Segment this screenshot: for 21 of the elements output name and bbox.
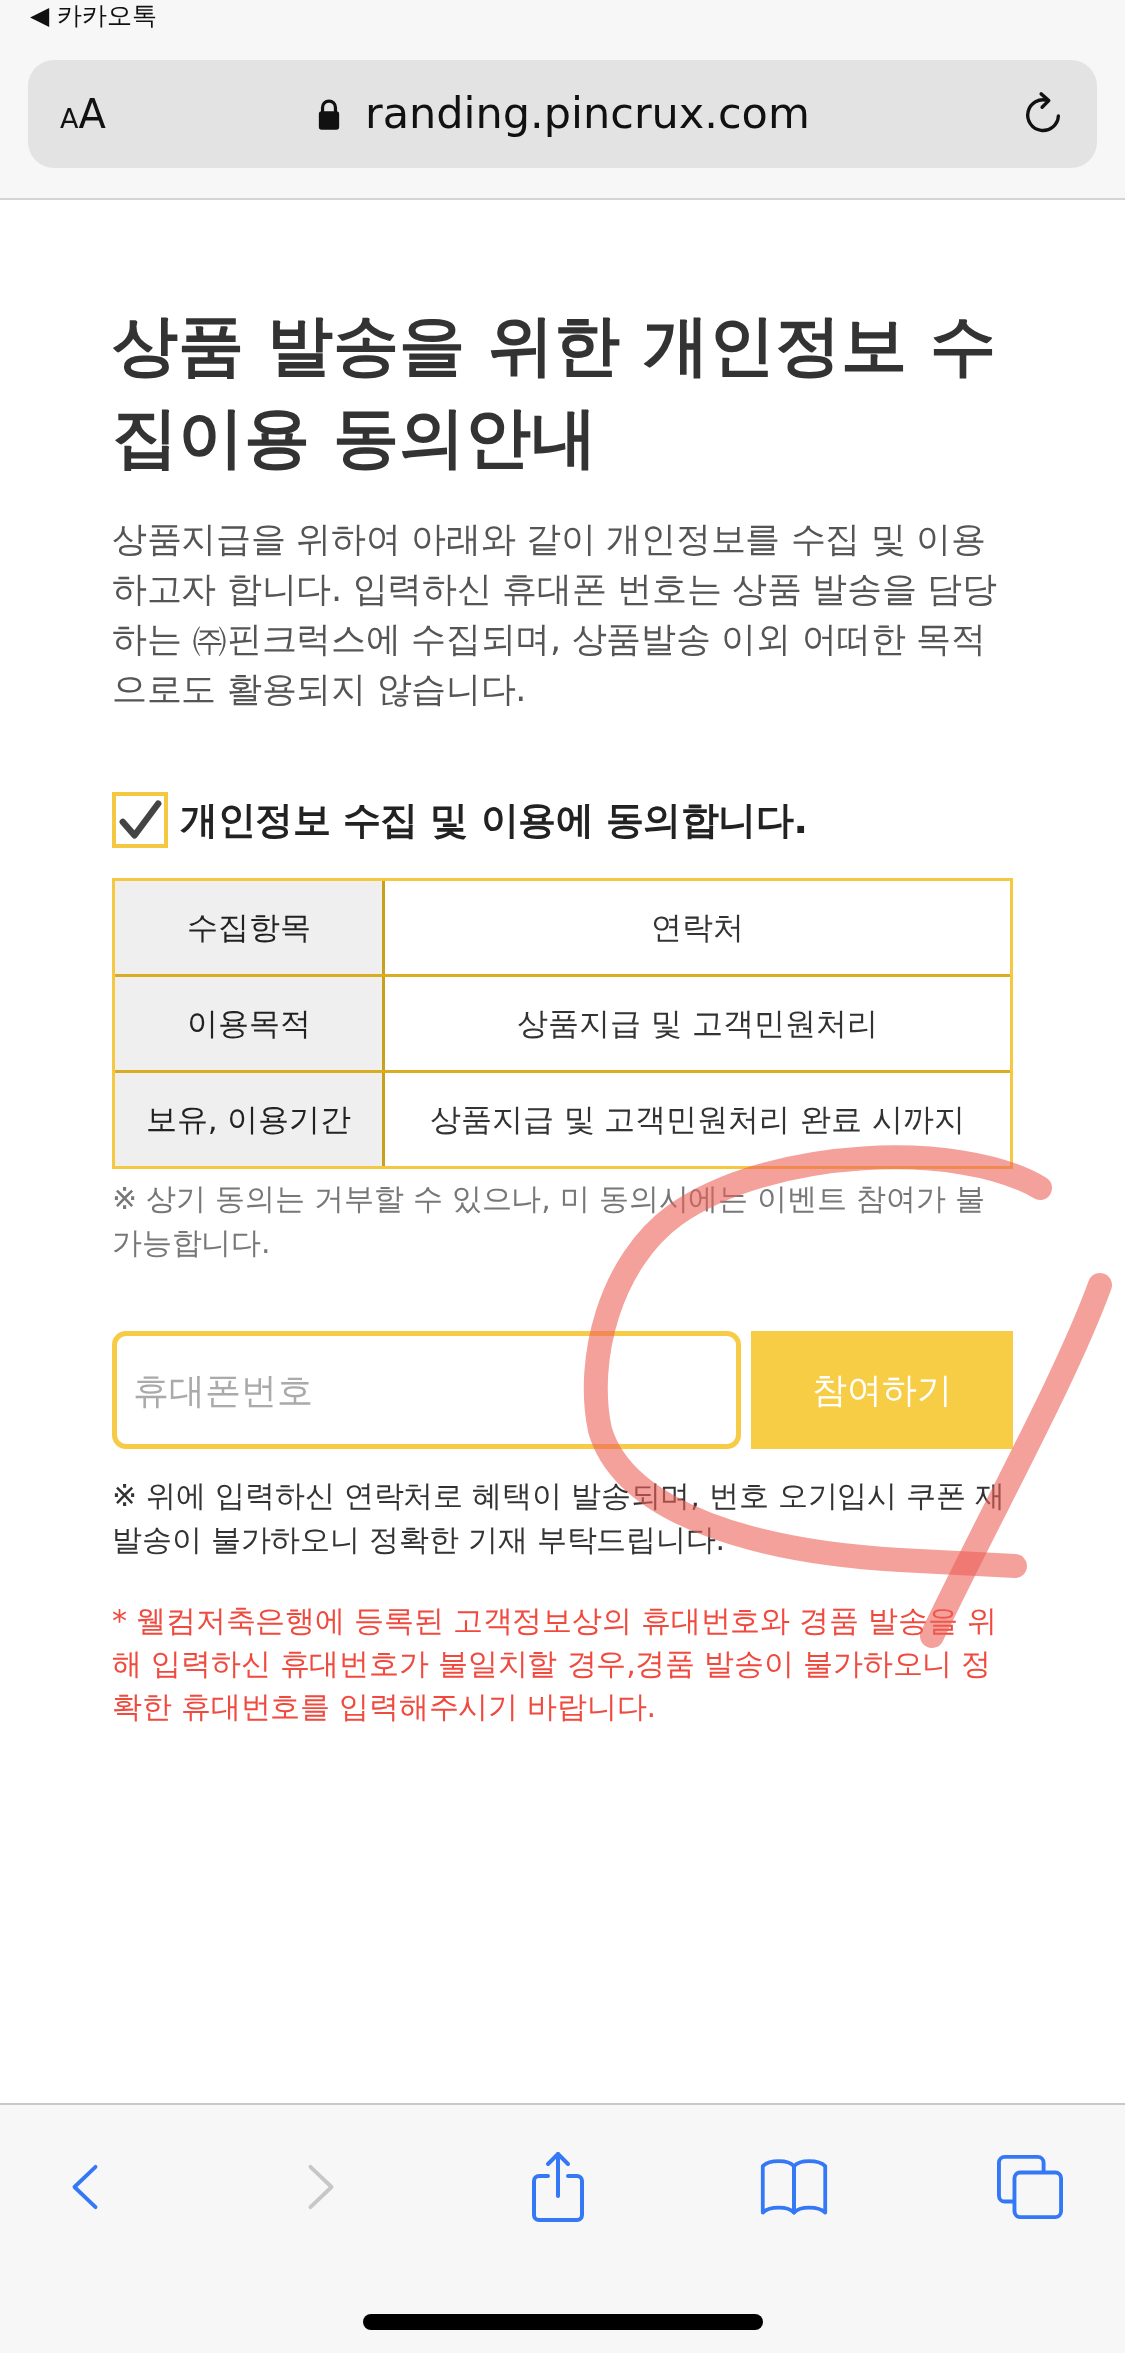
text-size-button[interactable]: AA bbox=[60, 94, 106, 134]
back-to-app-link[interactable]: ◀ 카카오톡 bbox=[30, 0, 158, 32]
share-icon[interactable] bbox=[529, 2150, 586, 2224]
notice-text: ※ 위에 입력하신 연락처로 혜택이 발송되며, 번호 오기입시 쿠폰 재발송이 불가하오니 정확한 기재 부탁드립니다. bbox=[112, 1477, 1007, 1559]
warning-text: * 웰컴저축은행에 등록된 고객정보상의 휴대번호와 경품 발송을 위해 입력하신 휴대번호가 불일치할 경우,경품 발송이 불가하오니 정확한 휴대번호를 입력해주시기 바랍니다. bbox=[112, 1602, 998, 1726]
phone-number-field[interactable]: 휴대폰번호 bbox=[112, 1331, 741, 1449]
table-header-cell: 보유, 이용기간 bbox=[115, 1073, 385, 1166]
intro-paragraph: 상품지급을 위하여 아래와 같이 개인정보를 수집 및 이용하고자 합니다. 입력하신 휴대폰 번호는 상품 발송을 담당하는 ㈜핀크럭스에 수집되며, 상품발송 이외 어떠한 목적으로도 활용되지 않습니다. bbox=[112, 518, 998, 711]
table-header-cell: 이용목적 bbox=[115, 977, 385, 1070]
table-cell-text: 상품지급 및 고객민원처리 bbox=[516, 1003, 879, 1043]
checkmark-icon bbox=[118, 800, 162, 840]
consent-checkbox[interactable] bbox=[112, 792, 168, 848]
tabs-icon[interactable] bbox=[996, 2154, 1064, 2220]
table-cell-text: 상품지급 및 고객민원처리 완료 시까지 bbox=[428, 1099, 967, 1139]
page-title: 상품 발송을 위한 개인정보 수집이용 동의안내 bbox=[112, 306, 997, 478]
url-text[interactable]: randing.pincrux.com bbox=[365, 88, 810, 140]
consent-label[interactable]: 개인정보 수집 및 이용에 동의합니다. bbox=[180, 794, 808, 846]
book-icon[interactable] bbox=[758, 2157, 829, 2217]
back-icon[interactable] bbox=[70, 2164, 100, 2210]
table-cell-text: 연락처 bbox=[650, 907, 745, 947]
table-header-cell: 수집항목 bbox=[115, 881, 385, 974]
